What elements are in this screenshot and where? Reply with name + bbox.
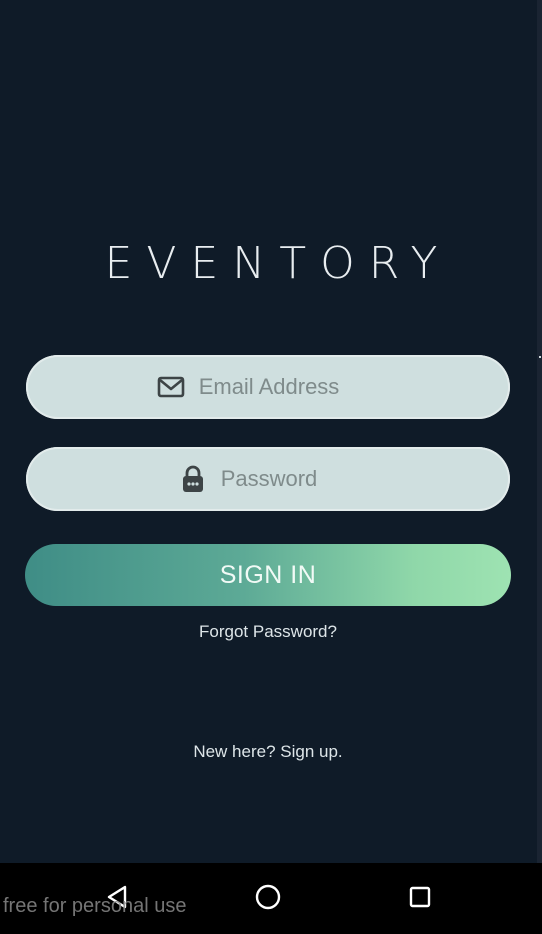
forgot-password-link[interactable]: Forgot Password? bbox=[0, 622, 536, 642]
recent-square-icon bbox=[408, 885, 432, 913]
lock-icon bbox=[179, 465, 207, 493]
sign-in-button[interactable]: SIGN IN bbox=[25, 544, 511, 606]
android-navbar bbox=[0, 863, 542, 934]
edge-marker bbox=[539, 356, 541, 358]
app-logo: EVENTORY bbox=[104, 238, 452, 289]
login-screen: EVENTORY Email Address Password SIGN IN … bbox=[0, 0, 542, 863]
recent-apps-button[interactable] bbox=[400, 879, 440, 919]
back-button[interactable] bbox=[97, 879, 137, 919]
back-triangle-icon bbox=[105, 884, 129, 914]
home-circle-icon bbox=[254, 883, 282, 915]
home-button[interactable] bbox=[248, 879, 288, 919]
password-field[interactable]: Password bbox=[26, 447, 510, 511]
scroll-edge bbox=[537, 0, 542, 863]
sign-up-link[interactable]: New here? Sign up. bbox=[0, 742, 536, 762]
envelope-icon bbox=[157, 373, 185, 401]
password-placeholder: Password bbox=[220, 466, 318, 491]
email-placeholder: Email Address bbox=[198, 374, 340, 399]
email-field[interactable]: Email Address bbox=[26, 355, 510, 419]
